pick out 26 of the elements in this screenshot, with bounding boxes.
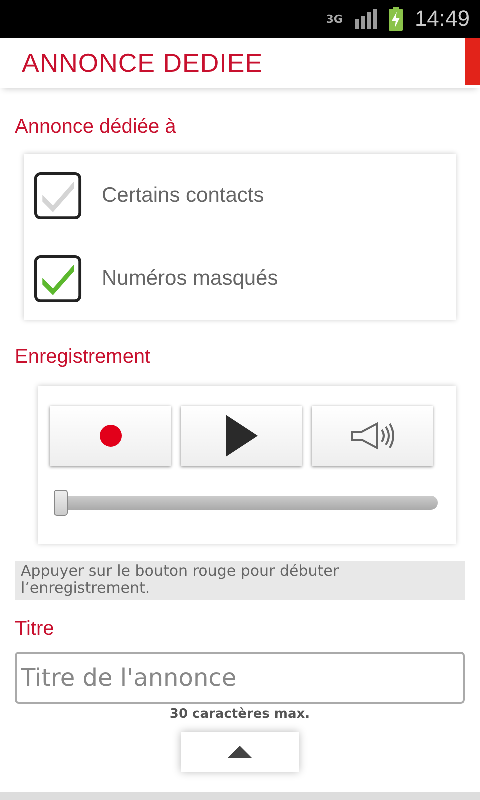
option-label[interactable]: Numéros masqués (102, 266, 278, 290)
character-limit-note: 30 caractères max. (168, 707, 312, 722)
screen-title: ANNONCE DEDIEE (22, 48, 264, 78)
progress-slider[interactable] (54, 490, 438, 516)
clock: 14:49 (414, 6, 470, 32)
play-button[interactable] (181, 406, 302, 466)
collapse-button[interactable] (181, 732, 299, 772)
checkbox[interactable] (34, 254, 82, 302)
scroll-indicator (465, 38, 480, 85)
title-input-field[interactable]: Titre de l'annonce (15, 652, 465, 704)
option-label[interactable]: Certains contacts (102, 184, 264, 208)
record-icon (98, 424, 122, 448)
play-icon (224, 414, 258, 458)
record-button[interactable] (50, 406, 171, 466)
slider-thumb[interactable] (54, 490, 68, 516)
checkbox[interactable] (34, 172, 82, 220)
network-indicator: 3G (326, 12, 343, 26)
section-label: Titre (15, 617, 56, 642)
hint-text: Appuyer sur le bouton rouge pour débuter l’enregistrement. (15, 561, 465, 600)
signal-icon (354, 9, 377, 29)
section-label: Enregistrement (15, 345, 152, 370)
volume-button[interactable] (312, 406, 433, 466)
speaker-icon (350, 421, 396, 451)
up-arrow-icon (228, 746, 252, 758)
section-label: Annonce dédiée à (15, 115, 178, 140)
battery-icon (388, 7, 403, 31)
